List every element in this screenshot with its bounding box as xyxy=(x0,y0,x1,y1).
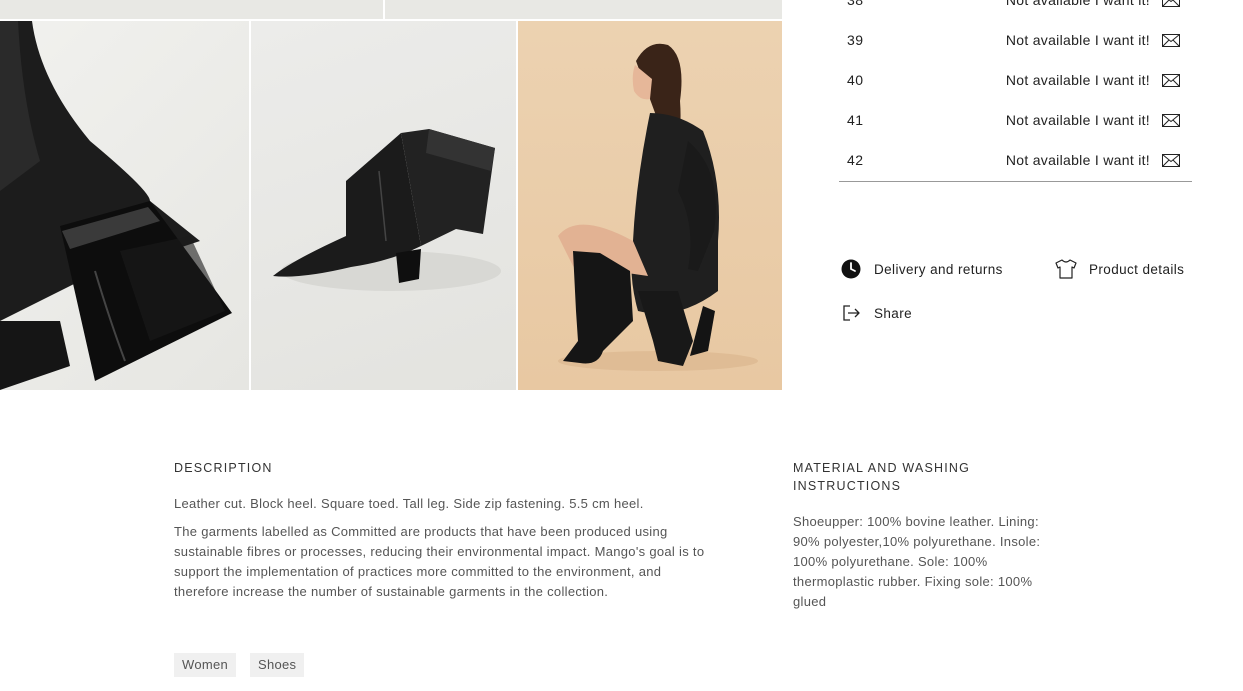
size-availability: Not available I want it! xyxy=(1005,112,1150,128)
description-text: Leather cut. Block heel. Square toed. Ta… xyxy=(174,496,644,511)
size-availability: Not available I want it! xyxy=(1005,32,1150,48)
size-row-42[interactable]: 42 Not available I want it! xyxy=(839,140,1192,180)
size-availability: Not available I want it! xyxy=(1005,72,1150,88)
size-availability: Not available I want it! xyxy=(1005,152,1150,168)
size-number: 42 xyxy=(847,152,864,168)
delivery-returns-button[interactable]: Delivery and returns xyxy=(840,258,1003,280)
size-row-40[interactable]: 40 Not available I want it! xyxy=(839,60,1192,100)
share-button[interactable]: Share xyxy=(840,302,912,324)
committed-text: The garments labelled as Committed are p… xyxy=(174,524,705,599)
size-availability: Not available I want it! xyxy=(1005,0,1150,8)
gallery-image-model[interactable] xyxy=(518,21,782,390)
envelope-icon[interactable] xyxy=(1162,114,1180,127)
envelope-icon[interactable] xyxy=(1162,34,1180,47)
product-details-button[interactable]: Product details xyxy=(1055,258,1184,280)
size-list-divider xyxy=(839,181,1192,182)
tshirt-icon xyxy=(1055,258,1077,280)
gallery-image-top-left[interactable] xyxy=(0,0,383,19)
description-heading: DESCRIPTION xyxy=(174,461,273,475)
envelope-icon[interactable] xyxy=(1162,0,1180,7)
envelope-icon[interactable] xyxy=(1162,74,1180,87)
gallery-image-top-right[interactable] xyxy=(385,0,782,19)
size-number: 39 xyxy=(847,32,864,48)
material-heading: MATERIAL AND WASHING INSTRUCTIONS xyxy=(793,461,971,493)
tag-women[interactable]: Women xyxy=(174,653,237,677)
clock-icon xyxy=(840,258,862,280)
tag-shoes[interactable]: Shoes xyxy=(250,653,305,677)
size-number: 40 xyxy=(847,72,864,88)
size-row-39[interactable]: 39 Not available I want it! xyxy=(839,20,1192,60)
envelope-icon[interactable] xyxy=(1162,154,1180,167)
size-row-38[interactable]: 38 Not available I want it! xyxy=(839,0,1192,20)
material-text: Shoeupper: 100% bovine leather. Lining: … xyxy=(793,514,1041,609)
delivery-returns-label: Delivery and returns xyxy=(874,261,1003,277)
gallery-image-flatlay[interactable] xyxy=(251,21,516,390)
share-label: Share xyxy=(874,305,913,321)
size-number: 41 xyxy=(847,112,864,128)
size-row-41[interactable]: 41 Not available I want it! xyxy=(839,100,1192,140)
gallery-image-heel-closeup[interactable] xyxy=(0,21,249,390)
product-details-label: Product details xyxy=(1089,261,1185,277)
size-number: 38 xyxy=(847,0,864,8)
share-icon xyxy=(840,302,862,324)
